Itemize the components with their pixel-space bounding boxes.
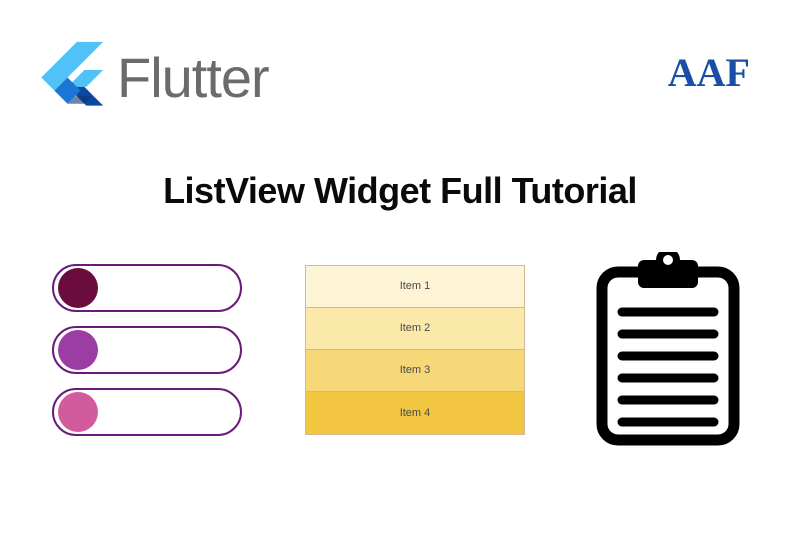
list-pill	[52, 264, 242, 312]
list-item: Item 1	[306, 266, 524, 308]
content-row: Item 1 Item 2 Item 3 Item 4	[0, 212, 800, 447]
list-item: Item 4	[306, 392, 524, 434]
aaf-logo: AAF	[668, 49, 750, 96]
header: Flutter AAF	[0, 0, 800, 135]
flutter-logo: Flutter	[30, 30, 269, 125]
list-dot-icon	[58, 392, 98, 432]
list-pill	[52, 326, 242, 374]
list-dot-icon	[58, 268, 98, 308]
bullet-list-icon	[52, 264, 242, 436]
flutter-logo-icon	[30, 30, 105, 125]
list-dot-icon	[58, 330, 98, 370]
list-pill	[52, 388, 242, 436]
page-title: ListView Widget Full Tutorial	[0, 170, 800, 212]
clipboard-icon	[588, 252, 748, 447]
list-item: Item 2	[306, 308, 524, 350]
list-item: Item 3	[306, 350, 524, 392]
item-list-table: Item 1 Item 2 Item 3 Item 4	[305, 265, 525, 435]
flutter-text: Flutter	[117, 45, 269, 110]
